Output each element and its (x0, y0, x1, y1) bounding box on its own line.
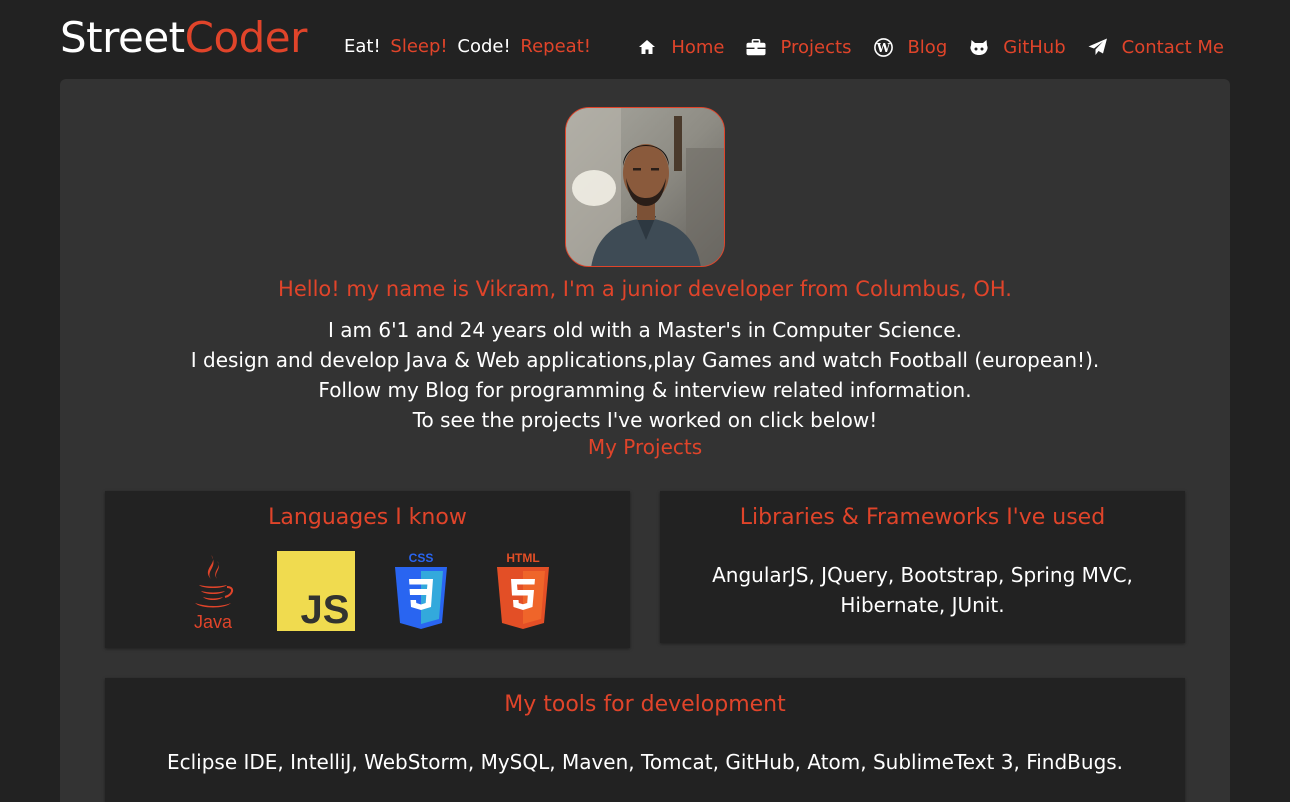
tagline-word: Code! (457, 36, 511, 57)
tagline-word: Eat! (344, 36, 381, 57)
brand-part1: Street (60, 13, 185, 62)
nav-item-blog[interactable]: W Blog (873, 37, 947, 58)
nav-label: Home (671, 36, 725, 58)
wordpress-icon: W (873, 37, 893, 57)
javascript-icon: JS (277, 551, 355, 635)
tools-panel: My tools for development Eclipse IDE, In… (105, 678, 1185, 802)
bio-line: Follow my Blog for programming & intervi… (318, 378, 972, 402)
libraries-line: AngularJS, JQuery, Bootstrap, Spring MVC… (712, 563, 1133, 587)
nav-item-home[interactable]: Home (637, 37, 724, 58)
libraries-text: AngularJS, JQuery, Bootstrap, Spring MVC… (660, 560, 1185, 620)
languages-panel: Languages I know Java JS CSS HTML (105, 491, 630, 648)
home-icon (637, 37, 657, 57)
libraries-line: Hibernate, JUnit. (840, 593, 1005, 617)
my-projects-link[interactable]: My Projects (60, 435, 1230, 459)
java-label: Java (194, 612, 233, 632)
nav-label: Projects (780, 36, 852, 58)
html5-icon: HTML (495, 551, 551, 635)
css3-icon: CSS (393, 551, 449, 635)
tools-text: Eclipse IDE, IntelliJ, WebStorm, MySQL, … (166, 750, 1124, 774)
briefcase-icon (746, 37, 766, 57)
github-icon (969, 37, 989, 57)
paper-plane-icon (1088, 37, 1108, 57)
bio-line: To see the projects I've worked on click… (412, 408, 878, 432)
site-header: StreetCoder Eat! Sleep! Code! Repeat! Ho… (0, 0, 1290, 80)
languages-title: Languages I know (268, 505, 467, 530)
nav-item-github[interactable]: GitHub (969, 36, 1066, 58)
javascript-label: JS (301, 588, 350, 631)
site-logo[interactable]: StreetCoder (60, 10, 307, 66)
brand-part2: Coder (184, 13, 308, 62)
intro-heading: Hello! my name is Vikram, I'm a junior d… (278, 277, 1012, 301)
bio-line: I design and develop Java & Web applicat… (190, 348, 1100, 372)
libraries-title: Libraries & Frameworks I've used (739, 505, 1106, 530)
tagline-word: Repeat! (520, 36, 591, 57)
nav-item-contact[interactable]: Contact Me (1088, 37, 1224, 58)
nav-label: Contact Me (1121, 36, 1224, 58)
java-icon: Java (189, 553, 237, 637)
nav-item-projects[interactable]: Projects (746, 37, 851, 58)
tools-title: My tools for development (504, 692, 786, 717)
html-label: HTML (506, 551, 539, 565)
tagline-word: Sleep! (390, 36, 448, 57)
main-nav: Home Projects W Blog GitHub Contact Me (615, 34, 1224, 60)
language-icons: Java JS CSS HTML (105, 551, 630, 637)
nav-label: Blog (907, 36, 948, 58)
bio-line: I am 6'1 and 24 years old with a Master'… (328, 318, 962, 342)
bio: I am 6'1 and 24 years old with a Master'… (60, 315, 1230, 435)
avatar (565, 107, 725, 267)
svg-text:W: W (876, 41, 891, 55)
tagline: Eat! Sleep! Code! Repeat! (344, 36, 595, 58)
libraries-panel: Libraries & Frameworks I've used Angular… (660, 491, 1185, 643)
css-label: CSS (409, 551, 434, 565)
main-content: Hello! my name is Vikram, I'm a junior d… (60, 79, 1230, 802)
nav-label: GitHub (1003, 36, 1066, 58)
